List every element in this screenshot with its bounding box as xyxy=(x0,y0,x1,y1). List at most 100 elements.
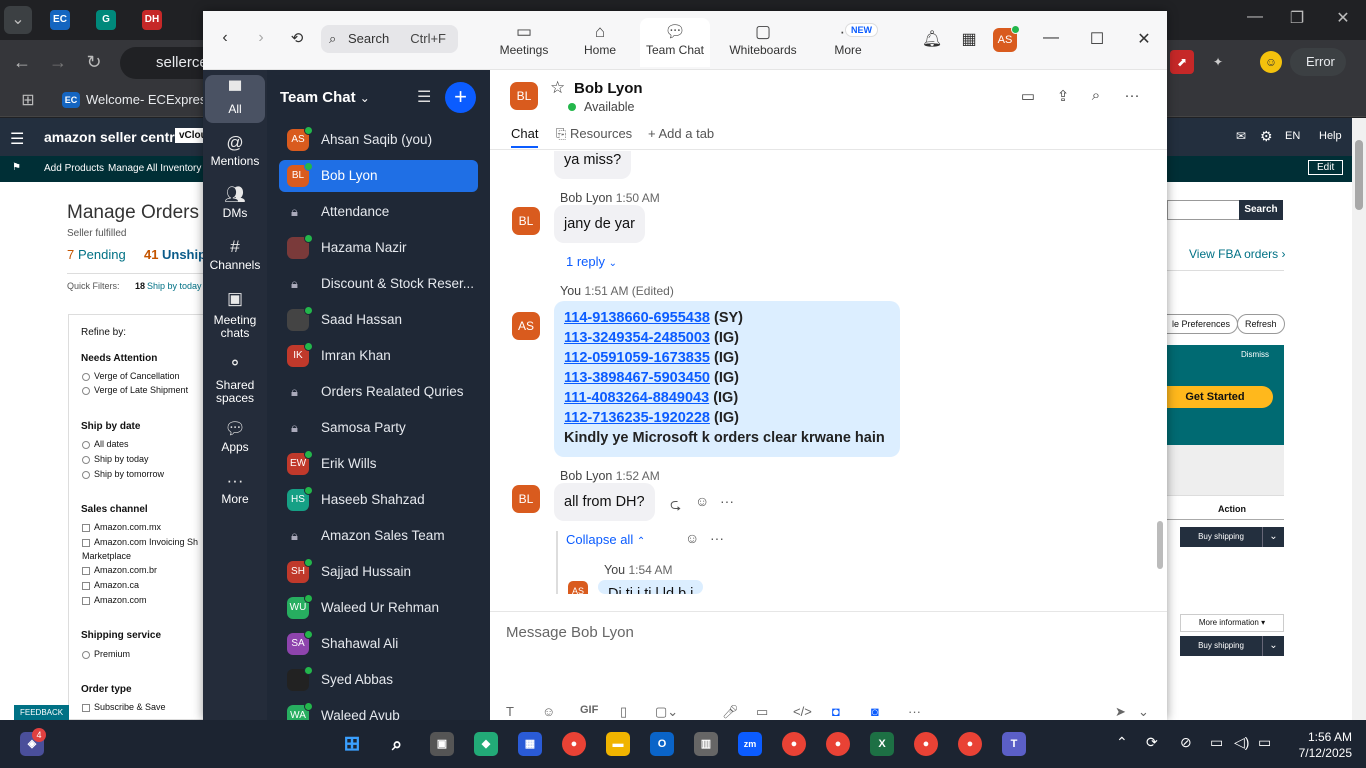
nav-add-products[interactable]: Add Products xyxy=(44,163,104,174)
composer-more-icon[interactable]: ··· xyxy=(908,704,921,719)
ship-today-option[interactable]: Ship by today xyxy=(82,454,149,464)
conversation-more-icon[interactable]: ··· xyxy=(1121,87,1143,104)
rail-meeting-chats[interactable]: ▣ Meeting chats xyxy=(205,288,265,340)
nav-home[interactable]: ⌂ Home xyxy=(573,21,627,57)
premium-option[interactable]: Premium xyxy=(82,649,130,659)
bookmark-welcome[interactable]: Welcome- ECExpres xyxy=(86,92,206,107)
order-id-link[interactable]: 112-0591059-1673835 xyxy=(564,350,710,366)
browser-back-icon[interactable]: ← xyxy=(10,52,34,73)
chat-list-item[interactable]: 🔒︎ Attendance xyxy=(279,196,478,228)
rail-shared-spaces[interactable]: ⚬ Shared spaces xyxy=(205,353,265,405)
message-input[interactable]: Message Bob Lyon xyxy=(506,624,634,641)
send-options-icon[interactable]: ⌄ xyxy=(1138,704,1149,720)
channel-br[interactable]: Amazon.com.br xyxy=(82,565,157,575)
share-screen-icon[interactable]: ⇪ xyxy=(1052,87,1074,105)
rail-more[interactable]: ··· More xyxy=(205,470,265,506)
chat-list-item[interactable]: WA Waleed Ayub xyxy=(279,700,478,720)
chrome-profile-icon-3[interactable]: ● xyxy=(914,732,938,756)
nav-manage-inventory[interactable]: Manage All Inventory xyxy=(108,163,201,174)
tab-add[interactable]: + Add a tab xyxy=(648,126,714,141)
video-call-icon[interactable]: ▭ xyxy=(1017,87,1039,105)
zoom-search-box[interactable]: ⌕ Search Ctrl+F xyxy=(321,25,458,53)
tab-favicon-g[interactable]: G xyxy=(96,10,116,30)
amazon-search-button[interactable]: Search xyxy=(1239,200,1283,220)
profile-avatar-icon[interactable]: ☺ xyxy=(1260,51,1282,73)
zoom-minimize-icon[interactable]: — xyxy=(1039,29,1063,47)
outlook-icon[interactable]: O xyxy=(650,732,674,756)
tray-network-icon[interactable]: ⊘ xyxy=(1180,734,1192,751)
tray-battery-icon[interactable]: ▭ xyxy=(1258,734,1271,751)
chat-list-item[interactable]: 🔒︎ Orders Realated Quries xyxy=(279,376,478,408)
profile-error-button[interactable]: Error xyxy=(1290,48,1346,76)
chat-list-item[interactable]: SH Sajjad Hussain xyxy=(279,556,478,588)
language-selector[interactable]: EN xyxy=(1285,130,1300,142)
mail-icon[interactable]: ✉ xyxy=(1236,129,1246,143)
video-message-icon[interactable]: ▭ xyxy=(756,704,768,720)
help-link[interactable]: Help xyxy=(1319,130,1342,142)
thread-more-icon[interactable]: ··· xyxy=(710,530,724,546)
chat-list-item[interactable]: 🔒︎ Samosa Party xyxy=(279,412,478,444)
subscribe-save-option[interactable]: Subscribe & Save xyxy=(82,702,166,712)
chat-list-item[interactable]: BL Bob Lyon xyxy=(279,160,478,192)
teams-icon[interactable]: T xyxy=(1002,732,1026,756)
feedback-tab[interactable]: FEEDBACK ✕ xyxy=(14,705,69,732)
zoom-back-icon[interactable]: ‹ xyxy=(213,29,237,47)
conversation-avatar[interactable]: BL xyxy=(510,82,538,110)
start-windows-icon[interactable]: ⊞ xyxy=(340,732,364,756)
tab-resources[interactable]: ⎘ Resources xyxy=(556,126,632,142)
chat-list-item[interactable]: SA Shahawal Ali xyxy=(279,628,478,660)
chat-list-item[interactable]: 🔒︎ Discount & Stock Reser... xyxy=(279,268,478,300)
history-icon[interactable]: ⟲ xyxy=(285,29,309,47)
star-icon[interactable]: ☆ xyxy=(550,78,565,98)
chrome-icon[interactable]: ● xyxy=(562,732,586,756)
app-icon-1[interactable]: ◘ xyxy=(832,704,840,719)
browser-close-icon[interactable]: ✕ xyxy=(1328,8,1358,28)
pending-count[interactable]: 7 xyxy=(67,247,74,262)
calculator-icon[interactable]: ▥ xyxy=(694,732,718,756)
tab-chat[interactable]: Chat xyxy=(511,126,539,148)
filter-icon[interactable]: ☰ xyxy=(417,87,431,107)
order-id-link[interactable]: 112-7136235-1920228 xyxy=(564,410,710,426)
zoom-taskbar-icon[interactable]: zm xyxy=(738,732,762,756)
chat-list-item[interactable]: HS Haseeb Shahzad xyxy=(279,484,478,516)
chat-list-item[interactable]: Hazama Nazir xyxy=(279,232,478,264)
settings-gear-icon[interactable]: ⚙ xyxy=(1260,128,1273,145)
send-icon[interactable]: ➤ xyxy=(1115,704,1126,720)
sender-name[interactable]: You xyxy=(560,284,581,298)
preferences-button[interactable]: le Preferences xyxy=(1160,314,1239,334)
rail-all[interactable]: ▀ All xyxy=(205,75,265,123)
file-explorer-icon[interactable]: ▬ xyxy=(606,732,630,756)
chat-list-item[interactable]: EW Erik Wills xyxy=(279,448,478,480)
format-text-icon[interactable]: T xyxy=(506,704,514,719)
sender-avatar[interactable]: AS xyxy=(512,312,540,340)
tray-display-icon[interactable]: ▭ xyxy=(1210,734,1223,751)
collapse-all-link[interactable]: Collapse all ⌃ xyxy=(566,532,645,547)
code-icon[interactable]: </> xyxy=(793,704,812,719)
nav-meetings[interactable]: ▭ Meetings xyxy=(495,21,553,57)
pending-tab[interactable]: Pending xyxy=(78,247,126,262)
sender-name[interactable]: You xyxy=(604,563,625,577)
order-id-link[interactable]: 113-3249354-2485003 xyxy=(564,330,710,346)
verge-late-option[interactable]: Verge of Late Shipment xyxy=(82,385,188,395)
clock[interactable]: 1:56 AM 7/12/2025 xyxy=(1299,729,1352,761)
rail-channels[interactable]: # Channels xyxy=(205,236,265,272)
browser-maximize-icon[interactable]: ❐ xyxy=(1282,8,1312,28)
chat-list-item[interactable]: Saad Hassan xyxy=(279,304,478,336)
zoom-maximize-icon[interactable]: ☐ xyxy=(1085,29,1109,49)
buy-shipping-dropdown-2-icon[interactable]: ⌄ xyxy=(1262,636,1284,656)
zoom-close-icon[interactable]: ✕ xyxy=(1132,29,1156,49)
rail-dms[interactable]: 👥︎ DMs xyxy=(205,184,265,220)
tray-volume-icon[interactable]: ◁) xyxy=(1234,734,1249,751)
message-scrollbar[interactable] xyxy=(1157,151,1163,594)
calendar-icon[interactable]: ▦ xyxy=(957,29,981,49)
ship-tomorrow-option[interactable]: Ship by tomorrow xyxy=(82,469,164,479)
reply-in-thread-icon[interactable]: ⮎ xyxy=(670,494,681,518)
task-view-icon[interactable]: ▣ xyxy=(430,732,454,756)
tab-search-icon[interactable]: ⌄ xyxy=(4,6,32,34)
channel-ca[interactable]: Amazon.ca xyxy=(82,580,139,590)
rail-apps[interactable]: 💬︎ Apps xyxy=(205,418,265,454)
more-information-button[interactable]: More information ▾ xyxy=(1180,614,1284,632)
all-dates-option[interactable]: All dates xyxy=(82,439,129,449)
app-icon-2[interactable]: ◙ xyxy=(871,704,879,719)
order-id-link[interactable]: 113-3898467-5903450 xyxy=(564,370,710,386)
